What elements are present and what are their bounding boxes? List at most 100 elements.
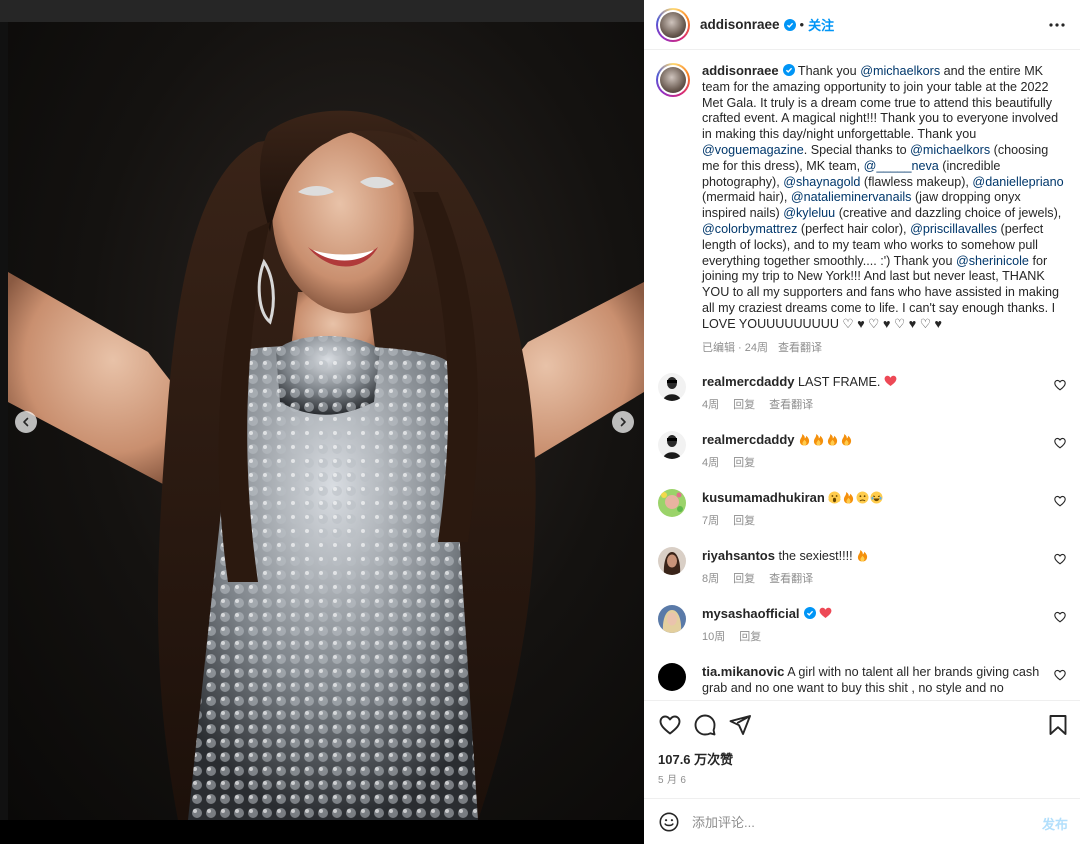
fire-emoji-icon bbox=[826, 433, 840, 447]
comment-text: kusumamadhukiran bbox=[702, 490, 1042, 506]
chevron-right-icon bbox=[620, 417, 626, 427]
comment-avatar[interactable] bbox=[658, 663, 686, 691]
caption-edited-time: 已编辑 · 24周 bbox=[702, 341, 769, 354]
comment-item: realmercdaddy LAST FRAME. 4周 回复 查看翻译 bbox=[656, 369, 1068, 427]
comment-translate-link[interactable]: 查看翻译 bbox=[769, 399, 813, 411]
comment-item: realmercdaddy 4周 回复 bbox=[656, 427, 1068, 485]
photo-illustration bbox=[8, 110, 644, 820]
add-comment-bar: 发布 bbox=[644, 798, 1080, 844]
heart-emoji-icon bbox=[884, 375, 897, 389]
caption-avatar[interactable] bbox=[656, 63, 690, 97]
caption-meta: 已编辑 · 24周 查看翻译 bbox=[702, 341, 1068, 357]
caption-translate-link[interactable]: 查看翻译 bbox=[778, 342, 822, 354]
comment-avatar[interactable] bbox=[658, 431, 686, 459]
post-photo[interactable] bbox=[8, 22, 644, 820]
comment-meta: 4周 回复 bbox=[702, 454, 769, 470]
caption-mention-link[interactable]: @shaynagold bbox=[783, 175, 860, 189]
comment-like-heart-icon[interactable] bbox=[1054, 669, 1066, 681]
caption-mention-link[interactable]: @priscillavalles bbox=[910, 222, 997, 236]
post-sidebar: addisonraee • 关注 addisonraee Thank you @… bbox=[644, 0, 1080, 844]
caption-mention-link[interactable]: @michaelkors bbox=[910, 143, 990, 157]
comment-text: tia.mikanovic A girl with no talent all … bbox=[702, 664, 1042, 696]
fire-emoji-icon bbox=[798, 433, 812, 447]
fire-emoji-icon bbox=[812, 433, 826, 447]
comment-meta: 7周 回复 bbox=[702, 512, 769, 528]
share-send-icon[interactable] bbox=[728, 713, 752, 737]
verified-badge-icon bbox=[783, 18, 796, 31]
likes-count[interactable]: 107.6 万次赞 bbox=[658, 749, 733, 768]
post-actions: 107.6 万次赞 5 月 6 bbox=[644, 700, 1080, 798]
comment-username[interactable]: riyahsantos bbox=[702, 548, 775, 563]
comment-age: 4周 bbox=[702, 457, 720, 469]
comment-avatar[interactable] bbox=[658, 489, 686, 517]
follow-button[interactable]: 关注 bbox=[808, 15, 834, 34]
comment-username[interactable]: realmercdaddy bbox=[702, 432, 795, 447]
carousel-prev-button[interactable] bbox=[15, 411, 37, 433]
comment-like-heart-icon[interactable] bbox=[1054, 379, 1066, 391]
fire-emoji-icon bbox=[856, 549, 870, 563]
caption-mention-link[interactable]: @voguemagazine bbox=[702, 143, 804, 157]
emoji-picker-icon[interactable] bbox=[658, 811, 680, 833]
laugh-emoji-icon bbox=[870, 491, 884, 505]
like-heart-icon[interactable] bbox=[658, 713, 682, 737]
comment-input[interactable] bbox=[692, 809, 1022, 835]
comment-username[interactable]: realmercdaddy bbox=[702, 374, 795, 389]
comment-reply-link[interactable]: 回复 bbox=[733, 573, 755, 585]
comments-list: realmercdaddy LAST FRAME. 4周 回复 查看翻译 realme… bbox=[656, 369, 1068, 699]
comment-reply-link[interactable]: 回复 bbox=[733, 515, 755, 527]
post-comment-button[interactable]: 发布 bbox=[1042, 814, 1068, 833]
fire-emoji-icon bbox=[840, 433, 854, 447]
chevron-left-icon bbox=[23, 417, 29, 427]
carousel-next-button[interactable] bbox=[612, 411, 634, 433]
comment-username[interactable]: kusumamadhukiran bbox=[702, 490, 825, 505]
comment-meta: 8周 回复 查看翻译 bbox=[702, 570, 827, 586]
author-avatar[interactable] bbox=[656, 7, 690, 42]
caption-mention-link[interactable]: @michaelkors bbox=[860, 64, 940, 78]
caption-username[interactable]: addisonraee bbox=[702, 63, 779, 78]
caption-text-segment: (mermaid hair), bbox=[702, 190, 791, 205]
comment-item: kusumamadhukiran 7周 回复 bbox=[656, 485, 1068, 543]
verified-badge-icon bbox=[782, 64, 795, 76]
caption-text-segment: (creative and dazzling choice of jewels)… bbox=[835, 206, 1062, 221]
comment-reply-link[interactable]: 回复 bbox=[733, 457, 755, 469]
comments-scroll-area[interactable]: addisonraee Thank you @michaelkors and t… bbox=[644, 51, 1080, 699]
caption-mention-link[interactable]: @natalieminervanails bbox=[791, 190, 912, 204]
comment-like-heart-icon[interactable] bbox=[1054, 611, 1066, 623]
heart-emoji-icon bbox=[819, 607, 832, 621]
more-options-icon[interactable] bbox=[1048, 16, 1066, 34]
caption-mention-link[interactable]: @kyleluu bbox=[783, 206, 835, 220]
caption-text-segment: (flawless makeup), bbox=[860, 174, 973, 189]
comment-avatar[interactable] bbox=[658, 547, 686, 575]
comment-like-heart-icon[interactable] bbox=[1054, 553, 1066, 565]
save-bookmark-icon[interactable] bbox=[1046, 713, 1070, 737]
comment-translate-link[interactable]: 查看翻译 bbox=[769, 573, 813, 585]
verified-badge-icon bbox=[803, 607, 816, 619]
comment-age: 4周 bbox=[702, 399, 720, 411]
comment-reply-link[interactable]: 回复 bbox=[733, 399, 755, 411]
comment-age: 10周 bbox=[702, 631, 726, 643]
comment-username[interactable]: tia.mikanovic bbox=[702, 664, 784, 679]
comment-body: LAST FRAME. bbox=[798, 375, 884, 389]
comment-reply-link[interactable]: 回复 bbox=[739, 631, 761, 643]
comment-item: mysashaofficial 10周 回复 bbox=[656, 601, 1068, 659]
comment-like-heart-icon[interactable] bbox=[1054, 495, 1066, 507]
author-username[interactable]: addisonraee bbox=[700, 17, 780, 32]
comment-bubble-icon[interactable] bbox=[693, 713, 717, 737]
comment-avatar[interactable] bbox=[658, 373, 686, 401]
post-caption: addisonraee Thank you @michaelkors and t… bbox=[656, 63, 1068, 356]
comment-like-heart-icon[interactable] bbox=[1054, 437, 1066, 449]
comment-text: mysashaofficial bbox=[702, 606, 1042, 622]
media-top-band bbox=[0, 0, 644, 22]
comment-username[interactable]: mysashaofficial bbox=[702, 606, 800, 621]
caption-body: addisonraee Thank you @michaelkors and t… bbox=[702, 63, 1068, 356]
fire-emoji-icon bbox=[842, 491, 856, 505]
caption-mention-link[interactable]: @daniellepriano bbox=[972, 175, 1063, 189]
comment-avatar[interactable] bbox=[658, 605, 686, 633]
header-separator: • bbox=[799, 17, 805, 32]
post-date: 5 月 6 bbox=[658, 775, 687, 786]
caption-mention-link[interactable]: @colorbymattrez bbox=[702, 222, 797, 236]
caption-mention-link[interactable]: @sherinicole bbox=[956, 254, 1029, 268]
comment-meta: 4周 回复 查看翻译 bbox=[702, 396, 827, 412]
caption-mention-link[interactable]: @_____neva bbox=[864, 159, 939, 173]
comment-text: riyahsantos the sexiest!!!! bbox=[702, 548, 1042, 564]
